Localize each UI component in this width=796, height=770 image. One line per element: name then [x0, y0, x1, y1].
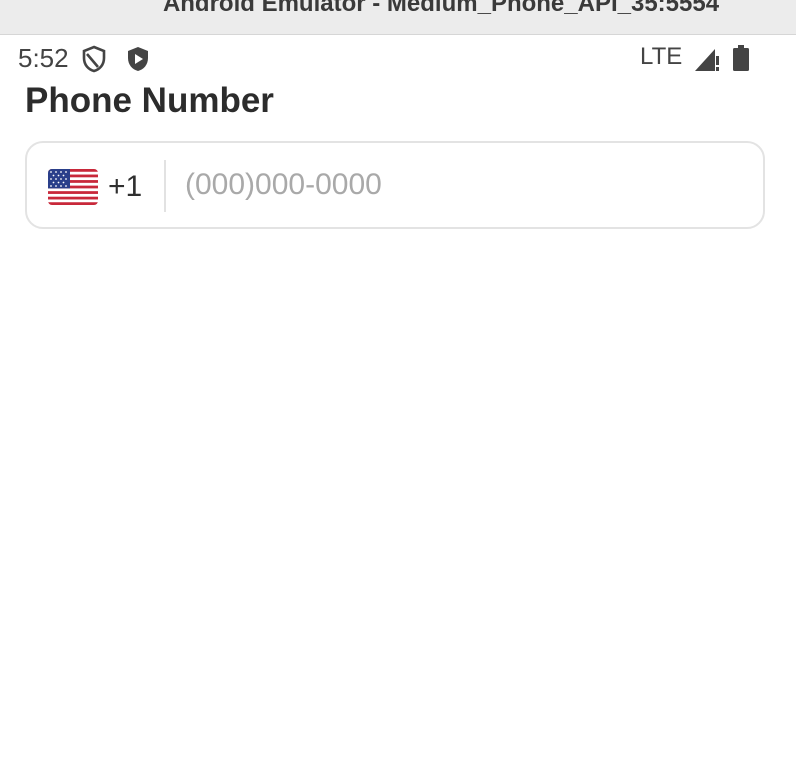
play-protect-icon	[128, 47, 148, 71]
signal-icon	[695, 49, 719, 71]
field-divider	[164, 160, 166, 212]
country-code-selector[interactable]: +1	[27, 143, 165, 227]
status-time: 5:52	[18, 43, 69, 73]
network-type-label: LTE	[640, 43, 683, 70]
window-title: Android Emulator - Medium_Phone_API_35:5…	[162, 0, 720, 17]
dial-code: +1	[108, 170, 143, 203]
shield-outline-icon	[82, 45, 106, 73]
page-title: Phone Number	[25, 81, 274, 120]
us-flag-icon	[48, 169, 98, 205]
battery-icon	[733, 45, 749, 71]
window-titlebar: Android Emulator - Medium_Phone_API_35:5…	[0, 0, 796, 35]
phone-number-input[interactable]	[173, 157, 777, 213]
status-bar: 5:52 LTE	[0, 35, 796, 79]
phone-number-field: +1	[25, 141, 777, 229]
